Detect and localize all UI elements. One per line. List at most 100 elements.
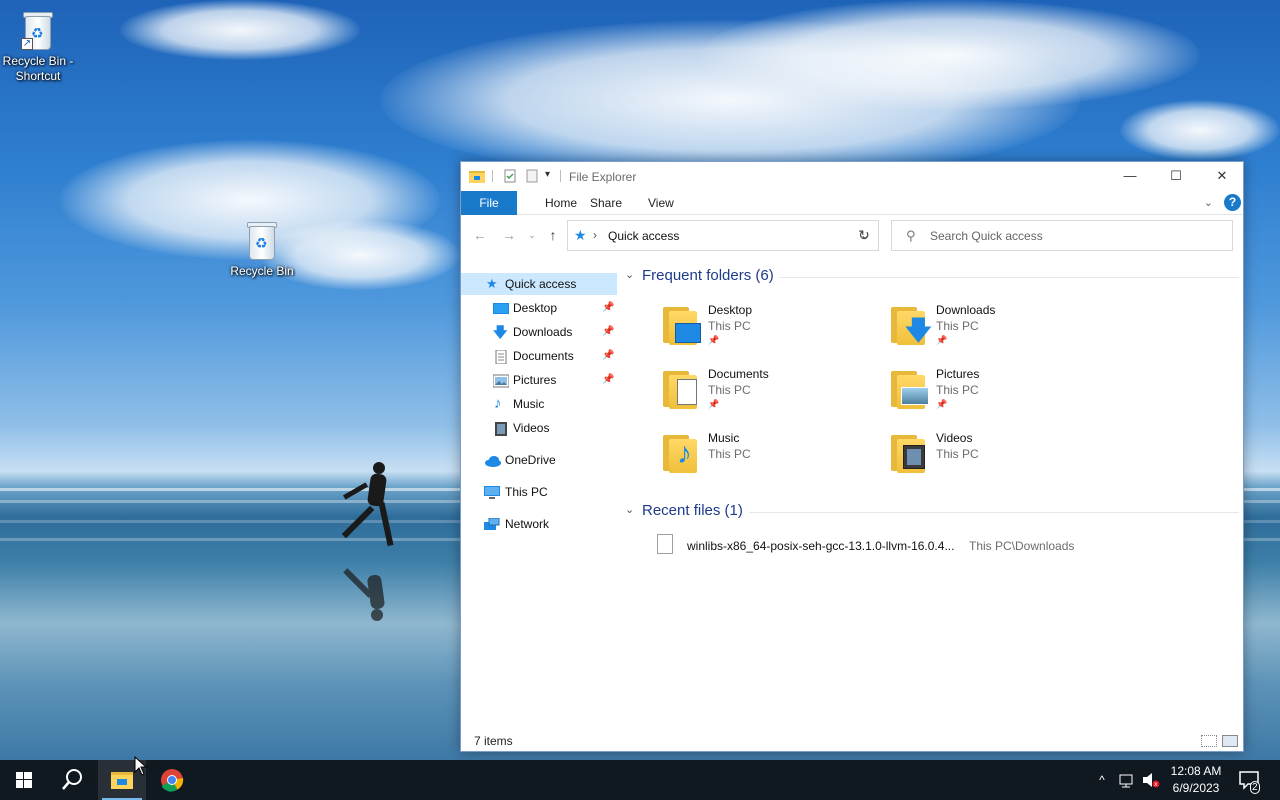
nav-item-music[interactable]: ♪ Music <box>461 393 617 415</box>
folder-location: This PC <box>708 319 751 333</box>
search-input[interactable] <box>930 226 1220 246</box>
shortcut-arrow-icon: ↗ <box>21 38 33 50</box>
group-heading: Frequent folders (6) <box>642 267 774 284</box>
documents-icon <box>494 349 510 365</box>
nav-item-this-pc[interactable]: This PC <box>461 481 617 503</box>
nav-item-quick-access[interactable]: ★ Quick access <box>461 273 617 295</box>
nav-item-network[interactable]: Network <box>461 513 617 535</box>
folder-tile-downloads[interactable]: 🡇 Downloads This PC 📌 <box>889 301 1089 361</box>
breadcrumb[interactable]: Quick access <box>608 229 679 243</box>
close-button[interactable]: ✕ <box>1199 162 1245 190</box>
pin-icon[interactable]: 📌 <box>602 297 614 319</box>
maximize-button[interactable]: ☐ <box>1153 162 1199 190</box>
navigation-pane: ★ Quick access Desktop 📌 🡇 Downloads 📌 D… <box>461 270 621 560</box>
pin-icon[interactable]: 📌 <box>602 321 614 343</box>
network-icon <box>484 517 500 531</box>
volume-muted-icon[interactable]: x <box>1140 760 1162 800</box>
separator <box>492 170 493 182</box>
folder-location: This PC <box>936 447 979 461</box>
customize-toolbar-icon[interactable]: ▾ <box>545 169 559 183</box>
quick-access-star-icon: ★ <box>574 227 587 243</box>
pin-icon: 📌 <box>936 335 948 345</box>
chrome-icon <box>161 769 184 792</box>
start-button[interactable] <box>0 760 48 800</box>
nav-item-documents[interactable]: Documents 📌 <box>461 345 617 367</box>
frequent-folders-header[interactable]: ⌄ Frequent folders (6) <box>625 267 785 287</box>
folder-name: Documents <box>708 367 769 381</box>
folder-tile-pictures[interactable]: Pictures This PC 📌 <box>889 365 1089 425</box>
address-bar[interactable]: ★ › Quick access ⌄ <box>567 220 879 251</box>
notification-icon <box>1239 771 1259 790</box>
new-folder-icon[interactable] <box>525 169 539 183</box>
breadcrumb-separator[interactable]: › <box>593 228 597 242</box>
recycle-bin-icon: ♻ <box>245 220 279 260</box>
nav-item-pictures[interactable]: Pictures 📌 <box>461 369 617 391</box>
taskbar: ^ x 12:08 AM 6/9/2023 2 <box>0 760 1280 800</box>
folder-tile-documents[interactable]: Documents This PC 📌 <box>661 365 861 425</box>
pin-icon[interactable]: 📌 <box>602 345 614 367</box>
properties-icon[interactable] <box>503 169 517 183</box>
item-count: 7 items <box>474 734 513 748</box>
folder-tile-desktop[interactable]: Desktop This PC 📌 <box>661 301 861 361</box>
videos-icon <box>494 421 510 436</box>
network-status-icon[interactable] <box>1116 760 1138 800</box>
help-icon[interactable]: ? <box>1224 194 1241 211</box>
file-explorer-window: ▾ File Explorer — ☐ ✕ File Home Share Vi… <box>460 161 1244 752</box>
system-clock[interactable]: 12:08 AM 6/9/2023 <box>1164 763 1228 797</box>
maximize-icon: ☐ <box>1170 168 1182 183</box>
recent-locations-chevron-icon[interactable]: ⌄ <box>523 226 541 244</box>
cloud <box>700 0 1200 110</box>
minimize-button[interactable]: — <box>1107 162 1153 190</box>
pin-icon: 📌 <box>708 399 720 409</box>
folder-name: Music <box>708 431 740 445</box>
nav-item-label: Videos <box>513 421 550 435</box>
back-arrow-icon[interactable]: ← <box>471 226 489 244</box>
file-location: This PC\Downloads <box>969 539 1075 553</box>
details-view-icon[interactable] <box>1201 735 1217 747</box>
separator <box>560 170 561 182</box>
desktop-icon <box>493 301 509 315</box>
folder-tile-videos[interactable]: Videos This PC <box>889 429 1089 489</box>
list-item[interactable]: winlibs-x86_64-posix-seh-gcc-13.1.0-llvm… <box>657 534 1237 558</box>
videos-folder-icon <box>889 431 931 473</box>
nav-item-label: Pictures <box>513 373 557 387</box>
taskbar-chrome[interactable] <box>148 760 196 800</box>
folder-tile-music[interactable]: ♪ Music This PC <box>661 429 861 489</box>
music-folder-icon: ♪ <box>661 431 703 473</box>
recycle-bin-shortcut-icon[interactable]: ♻ ↗ Recycle Bin - Shortcut <box>0 10 76 84</box>
large-icons-view-icon[interactable] <box>1222 735 1238 747</box>
desktop-icon-label: Recycle Bin <box>230 264 294 278</box>
cloud <box>1120 100 1280 160</box>
nav-item-label: Network <box>505 517 550 531</box>
up-arrow-icon[interactable]: ↑ <box>544 226 562 244</box>
tab-file[interactable]: File <box>461 191 517 215</box>
nav-item-desktop[interactable]: Desktop 📌 <box>461 297 617 319</box>
recycle-bin-desktop-icon[interactable]: ♻ Recycle Bin <box>224 220 300 279</box>
pin-icon[interactable]: 📌 <box>602 369 614 391</box>
svg-text:x: x <box>1154 781 1158 788</box>
show-hidden-icons-chevron-icon[interactable]: ^ <box>1092 760 1112 800</box>
tab-share[interactable]: Share <box>576 191 636 215</box>
nav-item-onedrive[interactable]: OneDrive <box>461 449 617 471</box>
forward-arrow-icon[interactable]: → <box>500 226 518 244</box>
title-bar[interactable]: ▾ File Explorer — ☐ ✕ <box>461 162 1243 190</box>
nav-item-label: Downloads <box>513 325 573 339</box>
refresh-button[interactable]: ↻ <box>850 220 879 251</box>
nav-item-label: Quick access <box>505 277 577 291</box>
nav-item-videos[interactable]: Videos <box>461 417 617 439</box>
desktop-folder-icon <box>661 303 703 345</box>
recent-files-header[interactable]: ⌄ Recent files (1) <box>625 502 765 522</box>
search-box[interactable]: ⚲ <box>891 220 1233 251</box>
tab-view[interactable]: View <box>634 191 688 215</box>
nav-item-label: Music <box>513 397 545 411</box>
folder-location: This PC <box>708 447 751 461</box>
nav-item-label: Documents <box>513 349 574 363</box>
pictures-folder-icon <box>889 367 931 409</box>
search-icon: ⚲ <box>906 228 916 243</box>
search-button[interactable] <box>48 760 96 800</box>
explorer-app-icon[interactable] <box>469 169 485 183</box>
folder-name: Videos <box>936 431 973 445</box>
action-center-button[interactable]: 2 <box>1232 760 1280 800</box>
expand-ribbon-chevron-icon[interactable]: ⌄ <box>1204 196 1213 209</box>
nav-item-downloads[interactable]: 🡇 Downloads 📌 <box>461 321 617 343</box>
